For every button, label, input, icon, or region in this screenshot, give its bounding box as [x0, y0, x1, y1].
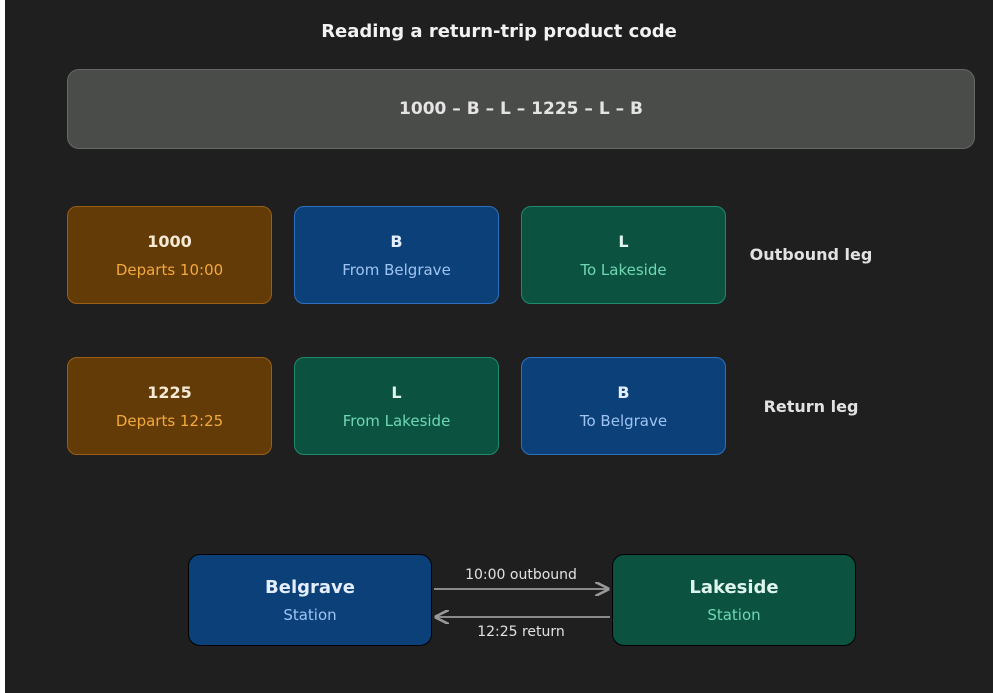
- outbound-arrow-label: 10:00 outbound: [465, 567, 577, 583]
- return-arrow-label: 12:25 return: [477, 624, 565, 640]
- connector-arrows: [434, 0, 610, 693]
- diagram-canvas: Reading a return-trip product code 1000 …: [5, 0, 993, 693]
